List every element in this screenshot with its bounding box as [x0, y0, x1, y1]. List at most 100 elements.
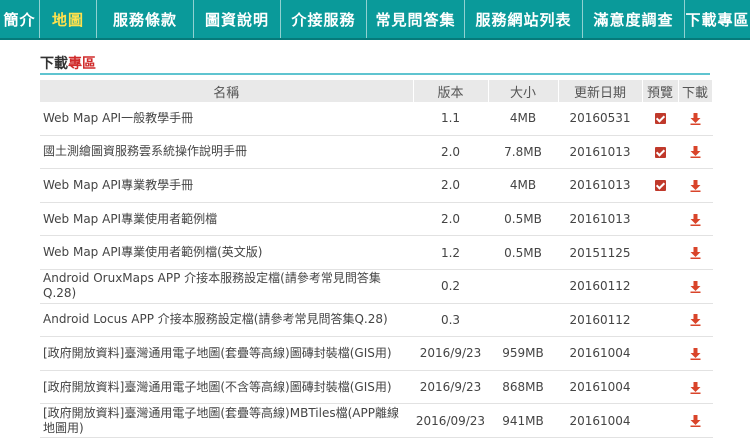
table-row: [政府開放資料]臺灣通用電子地圖(不含等高線)圖磚封裝檔(GIS用) 2016/9…	[40, 370, 713, 405]
file-size: 4MB	[488, 102, 559, 136]
preview-cell	[642, 202, 679, 237]
file-name: [政府開放資料]臺灣通用電子地圖(套疊等高線)圖磚封裝檔(GIS用)	[40, 336, 414, 371]
download-cell	[678, 102, 713, 136]
header-name: 名稱	[40, 80, 414, 102]
table-row: [政府開放資料]臺灣通用電子地圖(套疊等高線)圖磚封裝檔(GIS用) 2016/9…	[40, 336, 713, 371]
title-prefix: 下載	[40, 56, 68, 72]
preview-cell	[642, 168, 679, 203]
table-row: Web Map API專業使用者範例檔(英文版) 1.2 0.5MB 20151125	[40, 235, 713, 270]
preview-icon[interactable]	[654, 113, 666, 125]
download-cell	[678, 202, 713, 237]
file-name: 國土測繪圖資服務雲系統操作說明手冊	[40, 135, 414, 170]
preview-cell	[642, 403, 679, 438]
file-name: Web Map API專業使用者範例檔	[40, 202, 414, 237]
nav-item-integration-service[interactable]: 介接服務	[281, 0, 367, 38]
nav-item-data-description[interactable]: 圖資說明	[194, 0, 281, 38]
file-version: 0.3	[413, 303, 489, 338]
header-date: 更新日期	[558, 80, 643, 102]
preview-cell	[642, 269, 679, 304]
file-update-date: 20151125	[558, 235, 643, 270]
download-cell	[678, 370, 713, 405]
table-row: Web Map API專業使用者範例檔 2.0 0.5MB 20161013	[40, 202, 713, 237]
download-icon[interactable]	[690, 415, 701, 428]
file-update-date: 20160531	[558, 102, 643, 136]
nav-item-intro[interactable]: 簡介	[0, 0, 40, 38]
table-row: 國土測繪圖資服務雲系統操作說明手冊 2.0 7.8MB 20161013	[40, 135, 713, 170]
nav-item-service-sites[interactable]: 服務網站列表	[465, 0, 583, 38]
table-row: Android OruxMaps APP 介接本服務設定檔(請參考常見問答集Q.…	[40, 269, 713, 304]
file-size: 4MB	[488, 168, 559, 203]
file-update-date: 20161004	[558, 370, 643, 405]
file-update-date: 20161004	[558, 403, 643, 438]
preview-icon[interactable]	[654, 146, 666, 158]
file-size: 868MB	[488, 370, 559, 405]
download-cell	[678, 135, 713, 170]
file-update-date: 20161013	[558, 168, 643, 203]
file-name: Web Map API一般教學手冊	[40, 102, 414, 136]
download-cell	[678, 303, 713, 338]
file-version: 0.2	[413, 269, 489, 304]
preview-cell	[642, 135, 679, 170]
file-name: Android Locus APP 介接本服務設定檔(請參考常見問答集Q.28)	[40, 303, 414, 338]
preview-cell	[642, 303, 679, 338]
download-icon[interactable]	[690, 112, 701, 125]
file-version: 1.1	[413, 102, 489, 136]
nav-item-faq[interactable]: 常見問答集	[367, 0, 465, 38]
file-size: 0.5MB	[488, 235, 559, 270]
file-size: 7.8MB	[488, 135, 559, 170]
header-download: 下載	[678, 80, 713, 102]
top-navigation: 簡介 地圖 服務條款 圖資說明 介接服務 常見問答集 服務網站列表 滿意度調查 …	[0, 0, 750, 40]
file-name: Web Map API專業教學手冊	[40, 168, 414, 203]
download-icon[interactable]	[690, 213, 701, 226]
file-name: [政府開放資料]臺灣通用電子地圖(套疊等高線)MBTiles檔(APP離線地圖用…	[40, 403, 414, 438]
file-update-date: 20160112	[558, 303, 643, 338]
download-cell	[678, 168, 713, 203]
preview-icon[interactable]	[654, 180, 666, 192]
download-icon[interactable]	[690, 347, 701, 360]
header-version: 版本	[413, 80, 489, 102]
nav-item-satisfaction-survey[interactable]: 滿意度調查	[583, 0, 685, 38]
nav-item-download[interactable]: 下載專區	[685, 0, 750, 38]
file-size	[488, 303, 559, 338]
table-row: [政府開放資料]臺灣通用電子地圖(套疊等高線)MBTiles檔(APP離線地圖用…	[40, 403, 713, 438]
download-icon[interactable]	[690, 146, 701, 159]
table-header-row: 名稱 版本 大小 更新日期 預覽 下載	[40, 80, 713, 102]
file-version: 2016/9/23	[413, 370, 489, 405]
preview-cell	[642, 102, 679, 136]
file-name: Web Map API專業使用者範例檔(英文版)	[40, 235, 414, 270]
table-row: Android Locus APP 介接本服務設定檔(請參考常見問答集Q.28)…	[40, 303, 713, 338]
file-name: Android OruxMaps APP 介接本服務設定檔(請參考常見問答集Q.…	[40, 269, 414, 304]
download-table: 名稱 版本 大小 更新日期 預覽 下載 Web Map API一般教學手冊 1.1…	[40, 80, 713, 438]
preview-cell	[642, 370, 679, 405]
download-icon[interactable]	[690, 381, 701, 394]
download-icon[interactable]	[690, 179, 701, 192]
preview-cell	[642, 235, 679, 270]
file-update-date: 20161013	[558, 202, 643, 237]
header-preview: 預覽	[642, 80, 679, 102]
file-size: 959MB	[488, 336, 559, 371]
download-icon[interactable]	[690, 280, 701, 293]
file-version: 2016/9/23	[413, 336, 489, 371]
file-version: 2.0	[413, 168, 489, 203]
download-cell	[678, 235, 713, 270]
page-title: 下載專區	[40, 53, 96, 73]
download-icon[interactable]	[690, 247, 701, 260]
download-cell	[678, 269, 713, 304]
file-name: [政府開放資料]臺灣通用電子地圖(不含等高線)圖磚封裝檔(GIS用)	[40, 370, 414, 405]
header-size: 大小	[488, 80, 559, 102]
file-size	[488, 269, 559, 304]
file-version: 2.0	[413, 135, 489, 170]
file-update-date: 20160112	[558, 269, 643, 304]
file-update-date: 20161004	[558, 336, 643, 371]
preview-cell	[642, 336, 679, 371]
title-divider	[40, 73, 710, 75]
file-size: 941MB	[488, 403, 559, 438]
download-icon[interactable]	[690, 314, 701, 327]
title-accent: 專區	[68, 56, 96, 72]
nav-item-terms[interactable]: 服務條款	[97, 0, 194, 38]
file-version: 2.0	[413, 202, 489, 237]
file-version: 2016/09/23	[413, 403, 489, 438]
nav-item-map[interactable]: 地圖	[40, 0, 97, 38]
file-size: 0.5MB	[488, 202, 559, 237]
table-row: Web Map API專業教學手冊 2.0 4MB 20161013	[40, 168, 713, 203]
